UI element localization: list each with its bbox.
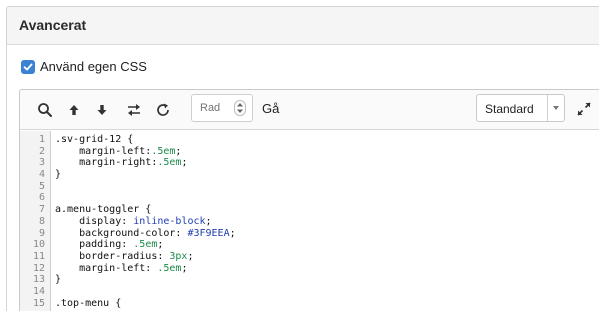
go-button[interactable]: Gå <box>262 101 279 116</box>
code-line[interactable]: .top-menu { <box>55 298 599 310</box>
expand-icon[interactable] <box>576 101 592 117</box>
code-line[interactable]: margin-left:.5em; <box>55 146 599 158</box>
line-number: 9 <box>38 227 45 239</box>
line-number: 4 <box>38 169 45 181</box>
code-line[interactable]: margin-right:.5em; <box>55 157 599 169</box>
stepper-arrows-icon <box>237 103 243 113</box>
line-number-gutter: 1 2 3 4 5 6 7 8 9 10 11 12 13 14 15 <box>20 131 51 311</box>
line-number: 7 <box>38 204 45 216</box>
row-number-field[interactable] <box>191 94 253 122</box>
code-line[interactable]: background-color: #3F9EEA; <box>55 228 599 240</box>
line-number: 3 <box>38 157 45 169</box>
line-number: 11 <box>32 250 45 262</box>
panel-header: Avancerat <box>7 7 599 45</box>
row-number-input[interactable] <box>200 100 230 116</box>
code-line[interactable]: } <box>55 274 599 286</box>
custom-css-option[interactable]: Använd egen CSS <box>21 59 147 74</box>
code-area[interactable]: 1 2 3 4 5 6 7 8 9 10 11 12 13 14 15 .sv-grid-12 { marg… <box>20 131 599 311</box>
code-line[interactable]: display: inline-block; <box>55 216 599 228</box>
panel-title: Avancerat <box>19 17 87 33</box>
editor-toolbar: Gå Standard <box>20 90 599 130</box>
search-icon[interactable] <box>35 100 55 120</box>
swap-icon[interactable] <box>124 100 144 120</box>
line-number: 2 <box>38 145 45 157</box>
code-line[interactable]: padding: .5em; <box>55 239 599 251</box>
mode-select[interactable]: Standard <box>476 94 565 122</box>
line-number: 5 <box>38 180 45 192</box>
code-line[interactable]: margin-left: .5em; <box>55 263 599 275</box>
checkmark-icon <box>23 63 33 70</box>
row-stepper[interactable] <box>234 100 246 116</box>
line-number: 1 <box>38 134 45 145</box>
chevron-down-icon <box>547 95 564 121</box>
css-editor: Gå Standard 123456789101112131415 .sv-gr… <box>19 89 599 311</box>
mode-select-value: Standard <box>485 102 534 116</box>
advanced-panel: Avancerat Använd egen CSS Rad Gå Standar… <box>6 6 599 311</box>
refresh-icon[interactable] <box>153 100 173 120</box>
custom-css-checkbox[interactable] <box>21 59 35 74</box>
line-number: 10 <box>32 239 45 251</box>
arrow-up-icon[interactable] <box>64 100 84 120</box>
code-line[interactable]: border-radius: 3px; <box>55 251 599 263</box>
line-number: 8 <box>38 215 45 227</box>
code-line[interactable] <box>55 286 599 298</box>
code-line[interactable] <box>55 192 599 204</box>
line-number: 14 <box>32 285 45 297</box>
line-number: 13 <box>32 274 45 286</box>
line-number: 6 <box>38 192 45 204</box>
arrow-down-icon[interactable] <box>92 100 112 120</box>
code-content[interactable]: .sv-grid-12 { margin-left:.5em; margin-r… <box>51 131 599 311</box>
code-line[interactable]: .sv-grid-12 { <box>55 134 599 146</box>
custom-css-label: Använd egen CSS <box>40 59 147 74</box>
line-number: 12 <box>32 262 45 274</box>
code-line[interactable]: } <box>55 169 599 181</box>
code-line[interactable] <box>55 181 599 193</box>
line-number: 15 <box>32 297 45 309</box>
code-line[interactable]: a.menu-toggler { <box>55 204 599 216</box>
